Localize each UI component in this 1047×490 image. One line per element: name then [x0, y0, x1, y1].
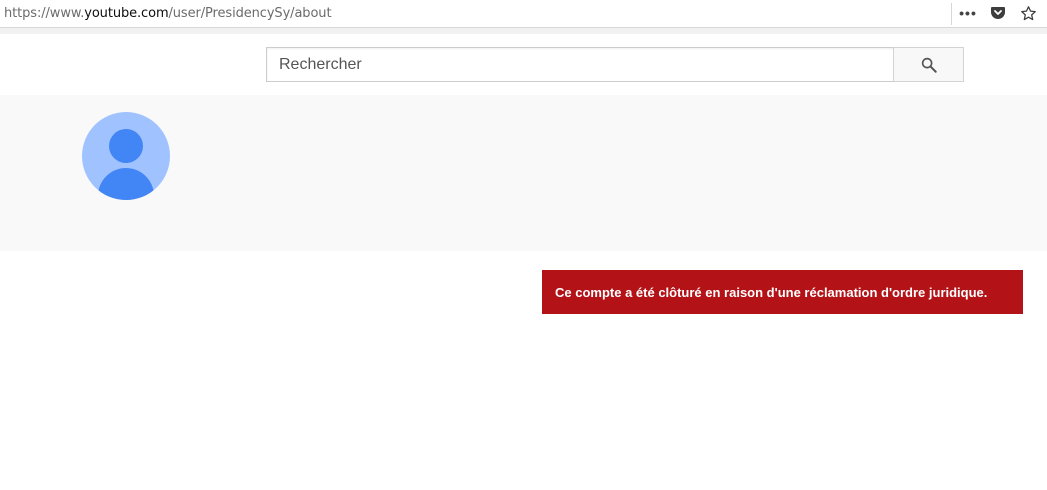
search-icon [921, 57, 937, 73]
search-input[interactable]: Rechercher [266, 47, 894, 82]
search-button[interactable] [893, 47, 964, 82]
channel-header [0, 95, 1047, 251]
avatar-body [98, 168, 154, 200]
url-path: /user/PresidencySy/about [168, 6, 332, 21]
masthead: Rechercher [0, 34, 1047, 95]
alert-message: Ce compte a été clôturé en raison d'une … [555, 284, 988, 300]
browser-url-bar[interactable]: https://www.youtube.com/user/PresidencyS… [0, 0, 1047, 28]
url-prefix: https://www. [4, 6, 85, 21]
avatar-head [109, 129, 143, 163]
page-actions-menu-icon[interactable]: ••• [959, 4, 977, 22]
url-actions: ••• [959, 4, 1037, 22]
url-bar-separator [951, 3, 952, 25]
search-placeholder: Rechercher [279, 56, 362, 73]
avatar [82, 112, 170, 200]
star-icon[interactable] [1019, 4, 1037, 22]
url-host: youtube.com [84, 6, 169, 21]
account-terminated-alert: Ce compte a été clôturé en raison d'une … [542, 270, 1023, 314]
pocket-icon[interactable] [989, 4, 1007, 22]
url-text[interactable]: https://www.youtube.com/user/PresidencyS… [4, 6, 332, 21]
